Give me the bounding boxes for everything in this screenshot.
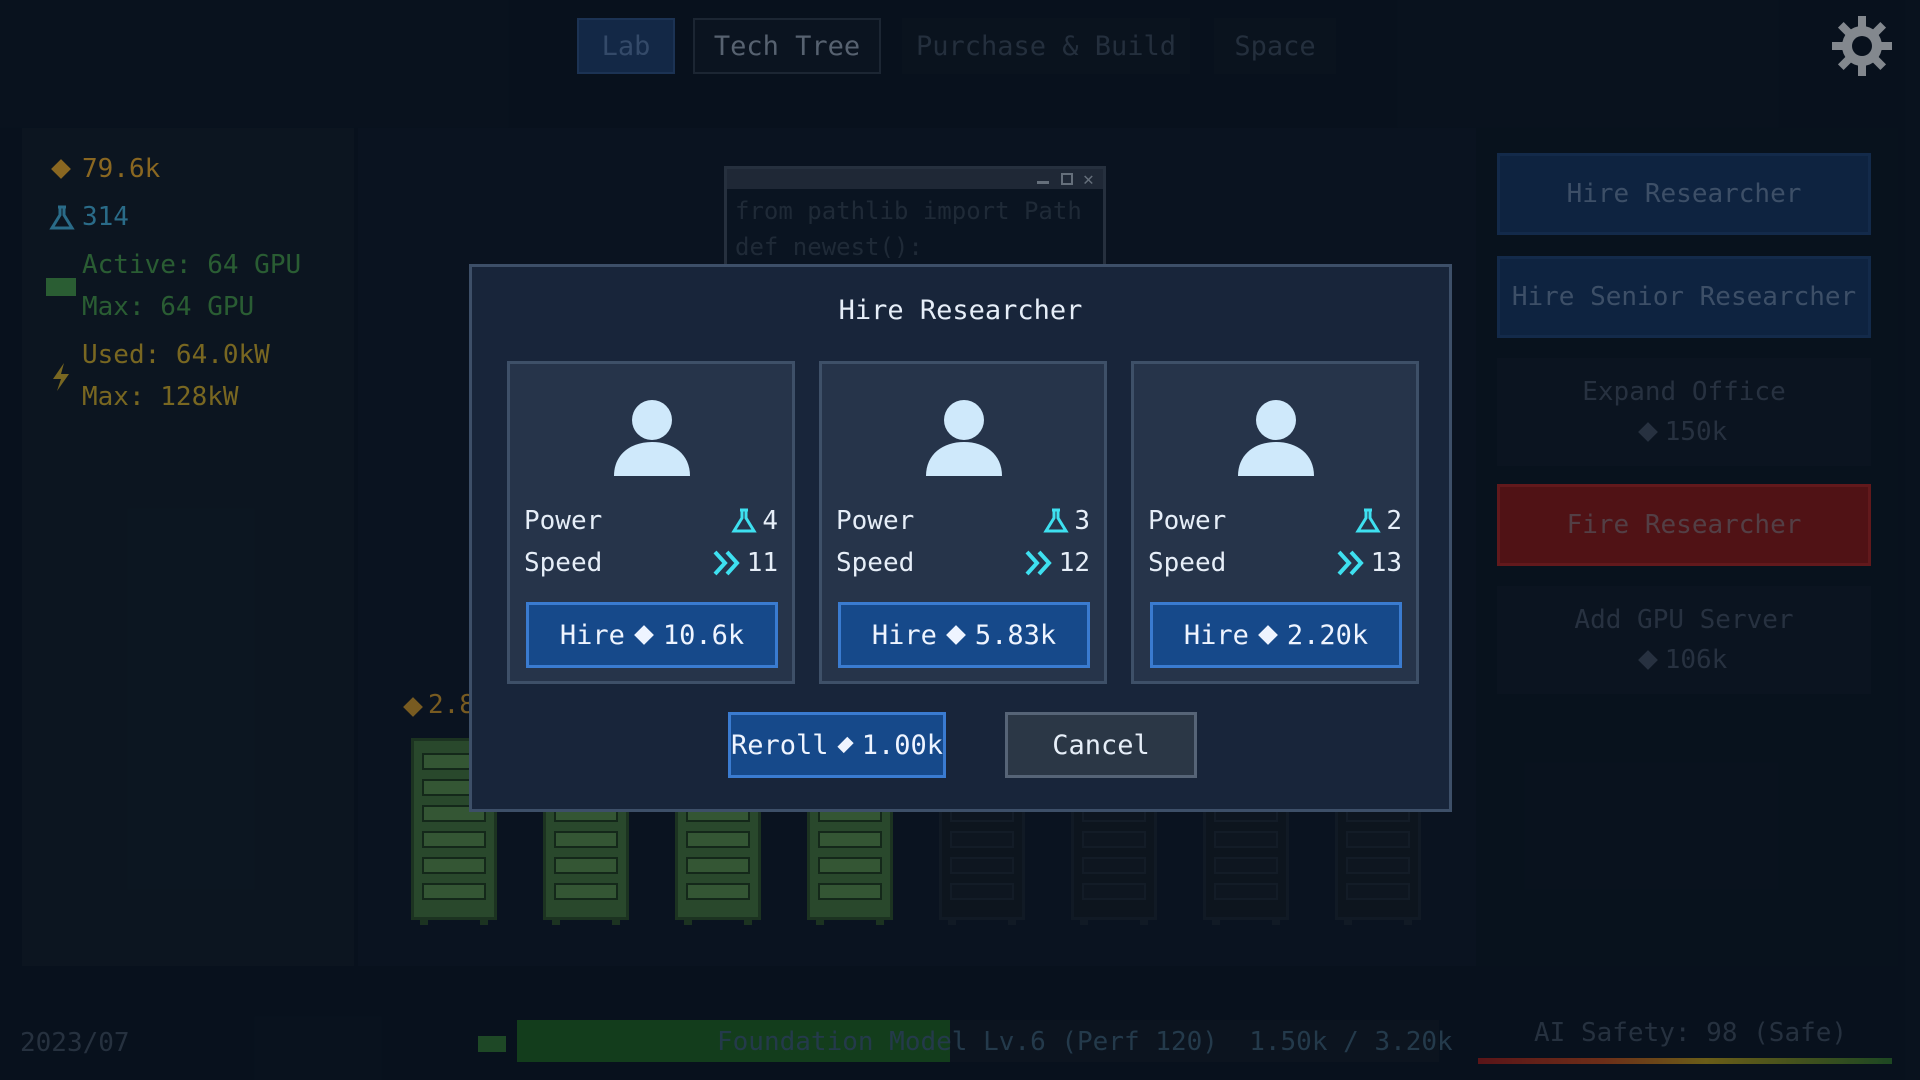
speed-value: 13 xyxy=(1370,548,1402,578)
candidate-card: Power 2 Speed 13 Hire 2.20k xyxy=(1131,361,1419,684)
hire-researcher-modal: Hire Researcher Power 4 Speed 11 Hire 10.6k Po… xyxy=(469,264,1452,812)
power-value: 4 xyxy=(762,506,778,536)
speed-label: Speed xyxy=(524,548,603,578)
power-value: 2 xyxy=(1386,506,1402,536)
reroll-label: Reroll xyxy=(731,729,829,761)
money-icon xyxy=(633,625,654,645)
money-icon xyxy=(836,736,854,754)
hire-label: Hire xyxy=(559,619,625,651)
speed-label: Speed xyxy=(1148,548,1227,578)
fast-forward-icon xyxy=(1337,550,1364,576)
reroll-button[interactable]: Reroll 1.00k xyxy=(728,712,946,778)
fast-forward-icon xyxy=(1025,550,1052,576)
speed-value: 11 xyxy=(746,548,778,578)
person-icon xyxy=(1236,396,1316,476)
hire-cost: 5.83k xyxy=(974,619,1057,651)
money-icon xyxy=(1257,625,1278,645)
hire-cost: 2.20k xyxy=(1286,619,1369,651)
hire-label: Hire xyxy=(1183,619,1249,651)
candidate-card: Power 3 Speed 12 Hire 5.83k xyxy=(819,361,1107,684)
hire-cost: 10.6k xyxy=(662,619,745,651)
flask-icon xyxy=(1043,508,1070,533)
speed-label: Speed xyxy=(836,548,915,578)
hire-candidate-button[interactable]: Hire 10.6k xyxy=(526,602,778,668)
power-label: Power xyxy=(1148,506,1227,536)
power-value: 3 xyxy=(1074,506,1090,536)
money-icon xyxy=(945,625,966,645)
hire-candidate-button[interactable]: Hire 5.83k xyxy=(838,602,1090,668)
person-icon xyxy=(612,396,692,476)
cancel-label: Cancel xyxy=(1052,729,1150,761)
power-label: Power xyxy=(524,506,603,536)
person-icon xyxy=(924,396,1004,476)
hire-label: Hire xyxy=(871,619,937,651)
flask-icon xyxy=(1355,508,1382,533)
flask-icon xyxy=(731,508,758,533)
cancel-button[interactable]: Cancel xyxy=(1005,712,1197,778)
fast-forward-icon xyxy=(713,550,740,576)
reroll-cost: 1.00k xyxy=(861,729,943,761)
speed-value: 12 xyxy=(1058,548,1090,578)
candidate-card: Power 4 Speed 11 Hire 10.6k xyxy=(507,361,795,684)
modal-title: Hire Researcher xyxy=(838,295,1083,326)
power-label: Power xyxy=(836,506,915,536)
hire-candidate-button[interactable]: Hire 2.20k xyxy=(1150,602,1402,668)
